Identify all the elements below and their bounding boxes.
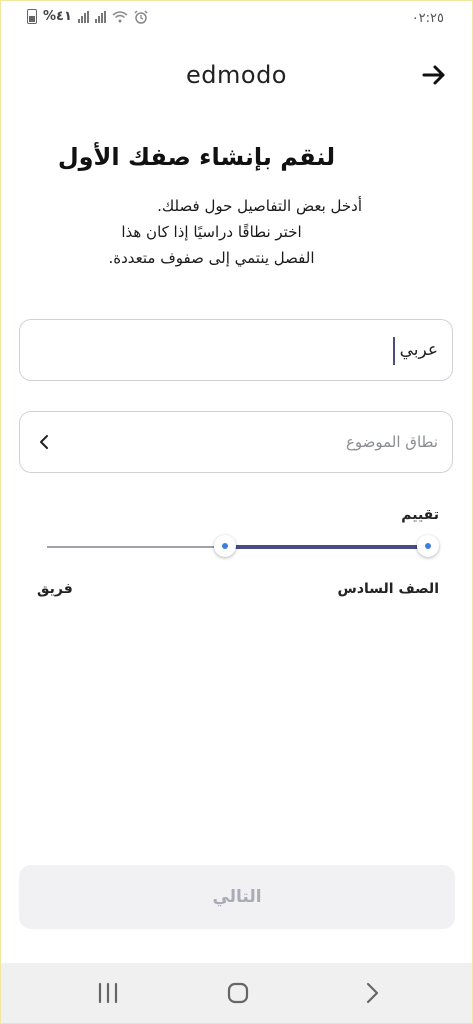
subject-range-select[interactable]: نطاق الموضوع [19,411,453,473]
recent-apps-icon[interactable] [93,979,123,1007]
subject-placeholder: نطاق الموضوع [345,433,438,451]
description-line: الفصل ينتمي إلى صفوف متعددة. [108,249,315,267]
page-description: أدخل بعض التفاصيل حول فصلك. اختر نطاقًا … [61,193,362,271]
next-button[interactable]: التالي [19,865,455,929]
status-time: ٠٢:٢٥ [411,11,444,26]
slider-thumb-start[interactable] [417,535,439,557]
signal-icon [77,10,89,23]
grade-max-label: فريق [37,581,73,597]
status-bar: %٤١ ٠٢:٢٥ [1,1,472,35]
slider-thumb-end[interactable] [213,535,236,557]
nav-back-icon[interactable] [357,979,387,1007]
chevron-left-icon [40,435,48,449]
app-frame: %٤١ ٠٢:٢٥ edmodo لنقم بإنشاء صفك الأول أ… [0,0,473,1024]
battery-icon [27,9,37,24]
signal-icon-2 [94,10,106,23]
description-line: أدخل بعض التفاصيل حول فصلك. [157,197,362,215]
wifi-icon [112,10,128,22]
home-icon[interactable] [223,979,253,1007]
battery-percent: %٤١ [43,9,72,24]
slider-selected-range [224,545,428,549]
class-name-value: عربي [399,340,438,360]
class-name-input[interactable]: عربي [19,319,453,381]
page-title: لنقم بإنشاء صفك الأول [57,143,336,171]
system-nav-bar [1,963,472,1023]
grade-label: تقييم [401,507,439,523]
header: edmodo [1,49,472,103]
grade-range-slider[interactable] [47,535,439,557]
arrow-right-icon[interactable] [420,61,448,89]
status-icons: %٤١ [27,9,148,24]
brand-logo: edmodo [186,61,287,89]
alarm-icon [134,9,148,24]
text-caret [393,337,395,365]
grade-min-label: الصف السادس [337,581,439,597]
description-line: اختر نطاقًا دراسيًا إذا كان هذا [121,223,302,241]
